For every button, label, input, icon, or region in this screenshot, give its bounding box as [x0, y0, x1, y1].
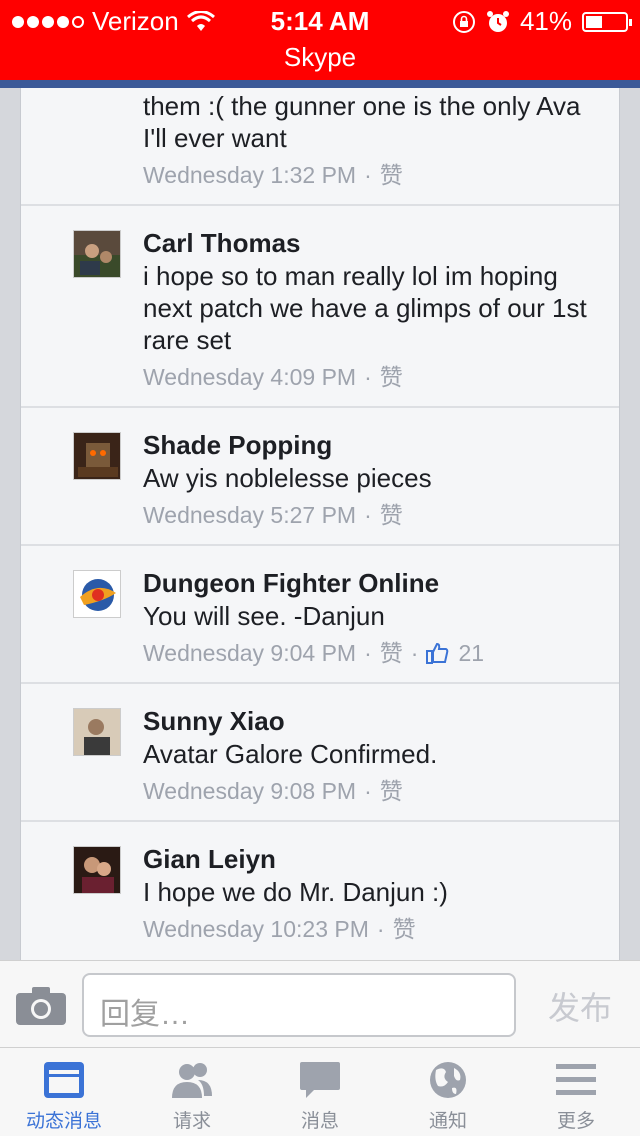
- tab-bar: 动态消息 请求 消息 通知 更多: [0, 1048, 640, 1136]
- reply-input[interactable]: 回复…: [82, 973, 516, 1037]
- avatar[interactable]: [73, 230, 121, 278]
- status-bar: Verizon 5:14 AM 41% Skype: [0, 0, 640, 80]
- tab-label: 通知: [428, 1111, 467, 1132]
- comment-text: You will see. -Danjun: [143, 601, 385, 631]
- comment-author[interactable]: Carl Thomas: [143, 226, 601, 260]
- camera-icon[interactable]: [16, 985, 66, 1025]
- battery-icon: [582, 11, 632, 32]
- tab-messages[interactable]: 消息: [256, 1048, 384, 1136]
- comment-item: Dungeon Fighter Online You will see. -Da…: [21, 546, 619, 684]
- comment-text: Aw yis noblelesse pieces: [143, 463, 432, 493]
- rotation-lock-icon: [452, 10, 475, 33]
- avatar[interactable]: [73, 846, 121, 894]
- tab-label: 消息: [300, 1111, 339, 1132]
- tab-notifications[interactable]: 通知: [384, 1048, 512, 1136]
- like-button[interactable]: 赞: [380, 774, 403, 808]
- tab-label: 更多: [556, 1111, 595, 1132]
- comment-text: i hope so to man really lol im hoping ne…: [143, 261, 587, 355]
- comment-timestamp: Wednesday 4:09 PM: [143, 364, 357, 390]
- battery-percent: 41%: [519, 6, 572, 36]
- avatar[interactable]: [73, 708, 121, 756]
- comment-item: them :( the gunner one is the only Ava I…: [21, 88, 619, 206]
- comment-text: I hope we do Mr. Danjun :): [143, 877, 448, 907]
- like-count[interactable]: 21: [426, 636, 484, 670]
- comment-timestamp: Wednesday 5:27 PM: [143, 502, 357, 528]
- avatar[interactable]: [73, 570, 121, 618]
- comment-item: Sunny Xiao Avatar Galore Confirmed. Wedn…: [21, 684, 619, 822]
- tab-news-feed[interactable]: 动态消息: [0, 1048, 128, 1136]
- tab-more[interactable]: 更多: [512, 1048, 640, 1136]
- menu-icon: [556, 1064, 596, 1095]
- news-feed-icon: [44, 1062, 84, 1098]
- comments-list[interactable]: them :( the gunner one is the only Ava I…: [20, 88, 620, 960]
- avatar[interactable]: [73, 432, 121, 480]
- tab-label: 请求: [172, 1111, 211, 1132]
- post-button[interactable]: 发布: [548, 983, 612, 1029]
- alarm-icon: [486, 10, 509, 32]
- tab-requests[interactable]: 请求: [128, 1048, 256, 1136]
- comment-timestamp: Wednesday 10:23 PM: [143, 916, 369, 942]
- like-button[interactable]: 赞: [380, 158, 403, 192]
- comment-item: Carl Thomas i hope so to man really lol …: [21, 206, 619, 408]
- comment-author[interactable]: Sunny Xiao: [143, 704, 601, 738]
- app-name: Skype: [283, 42, 357, 72]
- comment-timestamp: Wednesday 9:04 PM: [143, 640, 357, 666]
- header-divider: [0, 80, 640, 88]
- reply-composer: 回复… 发布: [0, 960, 640, 1048]
- comment-text: Avatar Galore Confirmed.: [143, 739, 438, 769]
- like-button[interactable]: 赞: [393, 912, 416, 946]
- like-count-value: 21: [458, 640, 485, 666]
- comment-item: Shade Popping Aw yis noblelesse pieces W…: [21, 408, 619, 546]
- like-button[interactable]: 赞: [380, 498, 403, 532]
- comment-author[interactable]: Dungeon Fighter Online: [143, 566, 601, 600]
- like-button[interactable]: 赞: [380, 636, 403, 670]
- thumbs-up-icon: [426, 642, 449, 664]
- tab-label: 动态消息: [25, 1111, 102, 1132]
- like-button[interactable]: 赞: [380, 360, 403, 394]
- comment-text: them :( the gunner one is the only Ava I…: [143, 91, 581, 153]
- globe-icon: [430, 1062, 466, 1098]
- comment-author[interactable]: Shade Popping: [143, 428, 601, 462]
- comment-timestamp: Wednesday 1:32 PM: [143, 162, 357, 188]
- messages-icon: [300, 1062, 340, 1098]
- comment-timestamp: Wednesday 9:08 PM: [143, 778, 357, 804]
- comment-item: Gian Leiyn I hope we do Mr. Danjun :) We…: [21, 822, 619, 960]
- friend-requests-icon: [172, 1063, 212, 1098]
- comment-author[interactable]: Gian Leiyn: [143, 842, 601, 876]
